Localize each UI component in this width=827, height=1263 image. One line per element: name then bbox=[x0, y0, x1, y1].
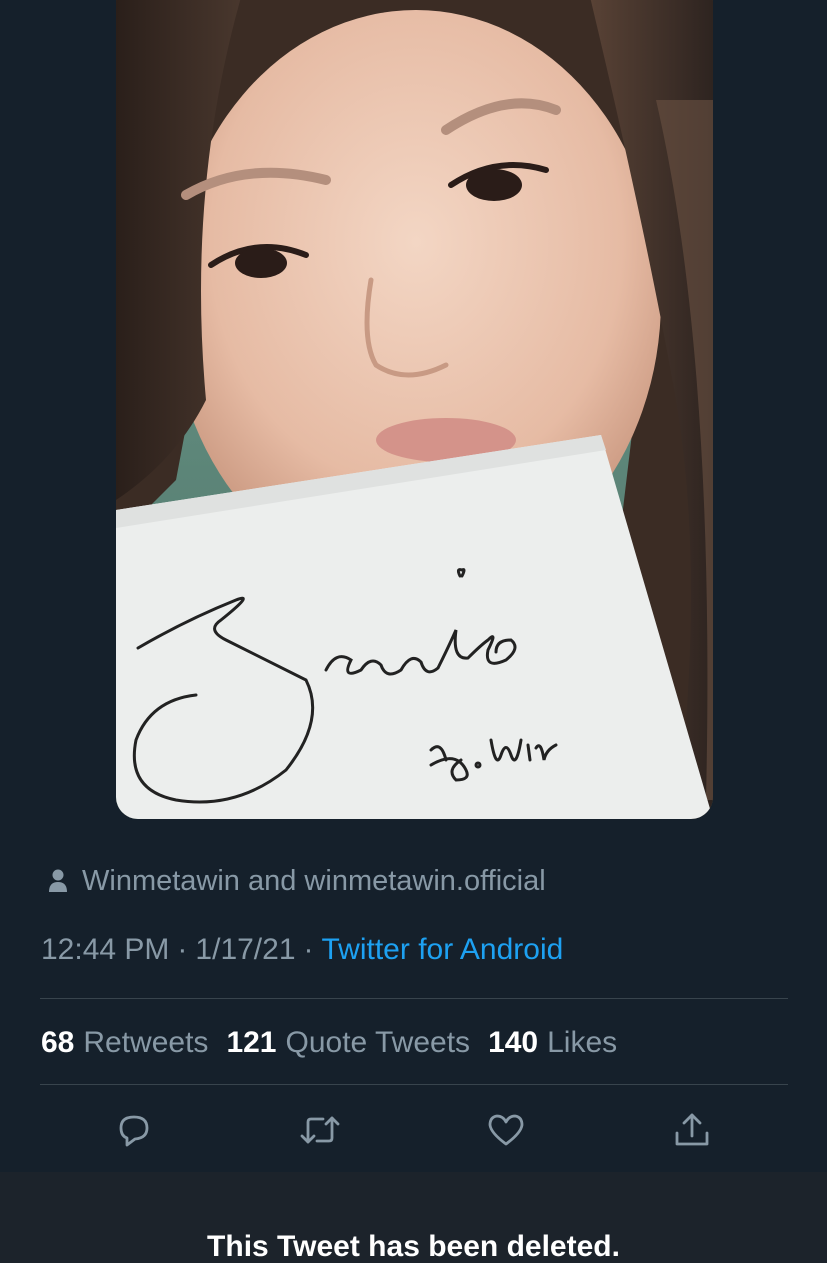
share-icon bbox=[675, 1113, 709, 1146]
likes-stat[interactable]: 140 Likes bbox=[488, 1026, 617, 1060]
stat-count: 68 bbox=[41, 1026, 75, 1059]
stat-label: Likes bbox=[547, 1026, 618, 1059]
tweet-time: 12:44 PM bbox=[41, 933, 170, 966]
photo-image bbox=[116, 0, 713, 819]
quote-tweets-stat[interactable]: 121 Quote Tweets bbox=[226, 1026, 470, 1060]
tweet-date: 1/17/21 bbox=[195, 933, 296, 966]
meta-separator: · bbox=[303, 933, 314, 966]
tweet-meta: 12:44 PM · 1/17/21 · Twitter for Android bbox=[41, 930, 563, 970]
retweet-button[interactable] bbox=[298, 1108, 342, 1152]
reply-icon bbox=[119, 1115, 149, 1147]
tweet-photo[interactable] bbox=[116, 0, 713, 819]
divider bbox=[40, 1084, 788, 1085]
tweet-stats: 68 Retweets 121 Quote Tweets 140 Likes bbox=[41, 1022, 635, 1064]
share-button[interactable] bbox=[670, 1108, 714, 1152]
tagged-users[interactable]: Winmetawin and winmetawin.official bbox=[48, 862, 546, 900]
stat-count: 121 bbox=[226, 1026, 277, 1059]
deleted-notice: This Tweet has been deleted. bbox=[207, 1230, 620, 1263]
meta-separator: · bbox=[177, 933, 188, 966]
person-icon bbox=[48, 869, 68, 893]
divider bbox=[40, 998, 788, 999]
like-button[interactable] bbox=[484, 1108, 528, 1152]
stat-label: Quote Tweets bbox=[285, 1026, 471, 1059]
retweets-stat[interactable]: 68 Retweets bbox=[41, 1026, 208, 1060]
stat-count: 140 bbox=[488, 1026, 539, 1059]
tweet-source-link[interactable]: Twitter for Android bbox=[322, 933, 564, 967]
stat-label: Retweets bbox=[83, 1026, 209, 1059]
reply-button[interactable] bbox=[112, 1108, 156, 1152]
like-icon bbox=[488, 1114, 524, 1146]
retweet-icon bbox=[300, 1116, 340, 1144]
tagged-users-text: Winmetawin and winmetawin.official bbox=[82, 864, 546, 897]
tweet-detail-page: Winmetawin and winmetawin.official 12:44… bbox=[0, 0, 827, 1263]
